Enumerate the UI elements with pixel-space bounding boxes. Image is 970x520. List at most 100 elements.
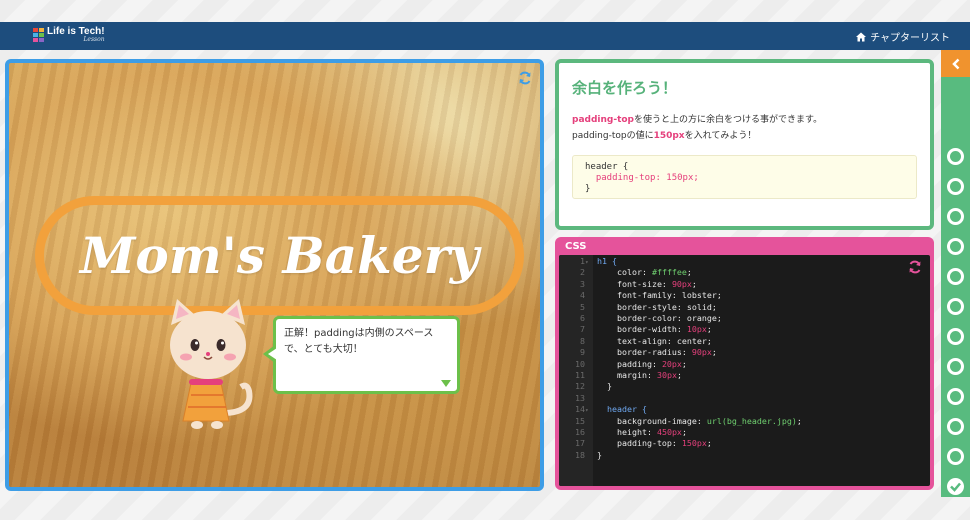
refresh-preview-icon[interactable] <box>518 71 532 85</box>
code-token: border-style: solid; <box>597 301 717 312</box>
code-line[interactable]: 17 padding-top: 150px; <box>559 438 930 449</box>
code-line[interactable]: 14▾ header { <box>559 404 930 415</box>
css-editor-panel: CSS 1▾ h1 {2 color: #ffffee; 3 font-size: … <box>555 237 934 490</box>
bakery-header-frame: Mom's Bakery <box>35 196 524 315</box>
code-token: border-width: <box>597 324 687 335</box>
code-token: padding: <box>597 358 662 369</box>
code-token: ; <box>706 438 712 449</box>
code-token: #ffffee <box>651 267 687 278</box>
chevron-left-icon <box>951 58 959 69</box>
css-code-editor[interactable]: 1▾ h1 {2 color: #ffffee; 3 font-size: 90px… <box>559 255 930 486</box>
code-token: 90px <box>691 347 712 358</box>
code-text: height: 450px; <box>593 427 687 437</box>
code-line[interactable]: 5 border-style: solid; <box>559 302 930 313</box>
code-token: ; <box>681 427 687 437</box>
code-token: h1 { <box>597 256 617 266</box>
logo-subtext: Lesson <box>83 36 105 43</box>
progress-step-circle[interactable] <box>947 238 964 255</box>
line-number: 18 <box>575 449 585 460</box>
preview-panel: Mom's Bakery 正解！paddingは内側のスペースで、とても大切！ <box>5 59 544 491</box>
code-text: padding-top: 150px; <box>593 438 712 448</box>
chapter-list-link[interactable]: チャプターリスト <box>856 29 950 44</box>
code-line[interactable]: 7 border-width: 10px; <box>559 324 930 335</box>
progress-step-circle[interactable] <box>947 178 964 195</box>
code-text: color: #ffffee; <box>593 267 692 277</box>
line-number: 11 <box>575 370 585 380</box>
code-line[interactable]: 15 background-image: url(bg_header.jpg); <box>559 416 930 427</box>
code-text: padding: 20px; <box>593 359 687 369</box>
collapse-sidebar-button[interactable] <box>941 50 970 77</box>
code-line[interactable]: 3 font-size: 90px; <box>559 279 930 290</box>
code-token: padding-top: <box>597 438 682 449</box>
code-text: text-align: center; <box>593 336 712 346</box>
code-line[interactable]: 8 text-align: center; <box>559 336 930 347</box>
progress-step-circle[interactable] <box>947 328 964 345</box>
line-number: 3 <box>580 278 585 289</box>
code-line[interactable]: 4 font-family: lobster; <box>559 290 930 301</box>
code-line[interactable]: 2 color: #ffffee; <box>559 267 930 278</box>
line-number: 1 <box>580 256 585 266</box>
line-number: 6 <box>580 313 585 323</box>
code-line[interactable]: 6 border-color: orange; <box>559 313 930 324</box>
code-text: border-radius: 90px; <box>593 347 717 357</box>
line-number: 14 <box>575 404 585 415</box>
home-icon <box>856 32 867 41</box>
code-text: border-color: orange; <box>593 313 722 323</box>
progress-step-circle[interactable] <box>947 298 964 315</box>
code-hint-box: header { padding-top: 150px; } <box>572 155 917 199</box>
top-navigation-bar: Life is Tech! Lesson チャプターリスト <box>0 22 970 50</box>
code-line[interactable]: 12 } <box>559 381 930 392</box>
code-text: font-family: lobster; <box>593 290 722 300</box>
progress-step-circle[interactable] <box>947 208 964 225</box>
code-text: header { <box>593 404 647 414</box>
code-token: 90px <box>671 278 692 289</box>
code-token: ; <box>691 278 697 289</box>
bubble-text: 正解！paddingは内側のスペースで、とても大切！ <box>284 328 434 355</box>
code-token: ; <box>681 358 687 369</box>
instruction-text: padding-topの値に <box>572 131 654 141</box>
code-line[interactable]: 10 padding: 20px; <box>559 359 930 370</box>
next-hint-arrow-icon[interactable] <box>441 380 451 387</box>
code-token: text-align: center; <box>597 335 712 346</box>
hint-code-line: padding-top: 150px; <box>585 173 699 183</box>
editor-tab-label: CSS <box>565 241 587 252</box>
line-number: 2 <box>580 267 585 278</box>
hint-code-line: header { <box>585 162 629 172</box>
progress-step-circle[interactable] <box>947 148 964 165</box>
code-token: ; <box>676 370 682 380</box>
code-text: border-style: solid; <box>593 302 717 312</box>
instruction-line-2: padding-topの値に150pxを入れてみよう！ <box>572 128 917 144</box>
progress-step-circle[interactable] <box>947 388 964 405</box>
code-token: font-family: lobster; <box>597 290 722 301</box>
instruction-title: 余白を作ろう！ <box>572 79 678 97</box>
code-token: 150px <box>681 438 707 449</box>
lifeistech-logo[interactable]: Life is Tech! Lesson <box>33 27 105 43</box>
progress-step-circle[interactable] <box>947 448 964 465</box>
code-token: border-radius: <box>597 347 692 358</box>
instruction-panel: 余白を作ろう！ padding-topを使うと上の方に余白をつける事ができます。… <box>555 59 934 230</box>
line-number: 15 <box>575 415 585 426</box>
progress-step-circle[interactable] <box>947 358 964 375</box>
code-token: 20px <box>661 358 682 369</box>
code-line[interactable]: 1▾ h1 { <box>559 256 930 267</box>
code-text: h1 { <box>593 256 617 266</box>
code-line[interactable]: 18} <box>559 450 930 461</box>
code-token: url(bg_header.jpg) <box>706 415 797 426</box>
instruction-keyword: padding-top <box>572 115 634 125</box>
code-line[interactable]: 16 height: 450px; <box>559 427 930 438</box>
instruction-line-1: padding-topを使うと上の方に余白をつける事ができます。 <box>572 112 917 128</box>
progress-step-circle[interactable] <box>947 418 964 435</box>
line-number: 9 <box>580 347 585 358</box>
code-line[interactable]: 11 margin: 30px; <box>559 370 930 381</box>
line-number: 17 <box>575 438 585 449</box>
instruction-text: を入れてみよう！ <box>684 131 757 141</box>
progress-step-circle[interactable] <box>947 268 964 285</box>
code-line[interactable]: 9 border-radius: 90px; <box>559 347 930 358</box>
code-token: color: <box>597 267 652 278</box>
code-line[interactable]: 13 <box>559 393 930 404</box>
code-token: 10px <box>686 324 707 335</box>
completed-step-check-icon[interactable] <box>947 478 964 495</box>
code-token: font-size: <box>597 278 672 289</box>
code-text: } <box>593 450 602 460</box>
